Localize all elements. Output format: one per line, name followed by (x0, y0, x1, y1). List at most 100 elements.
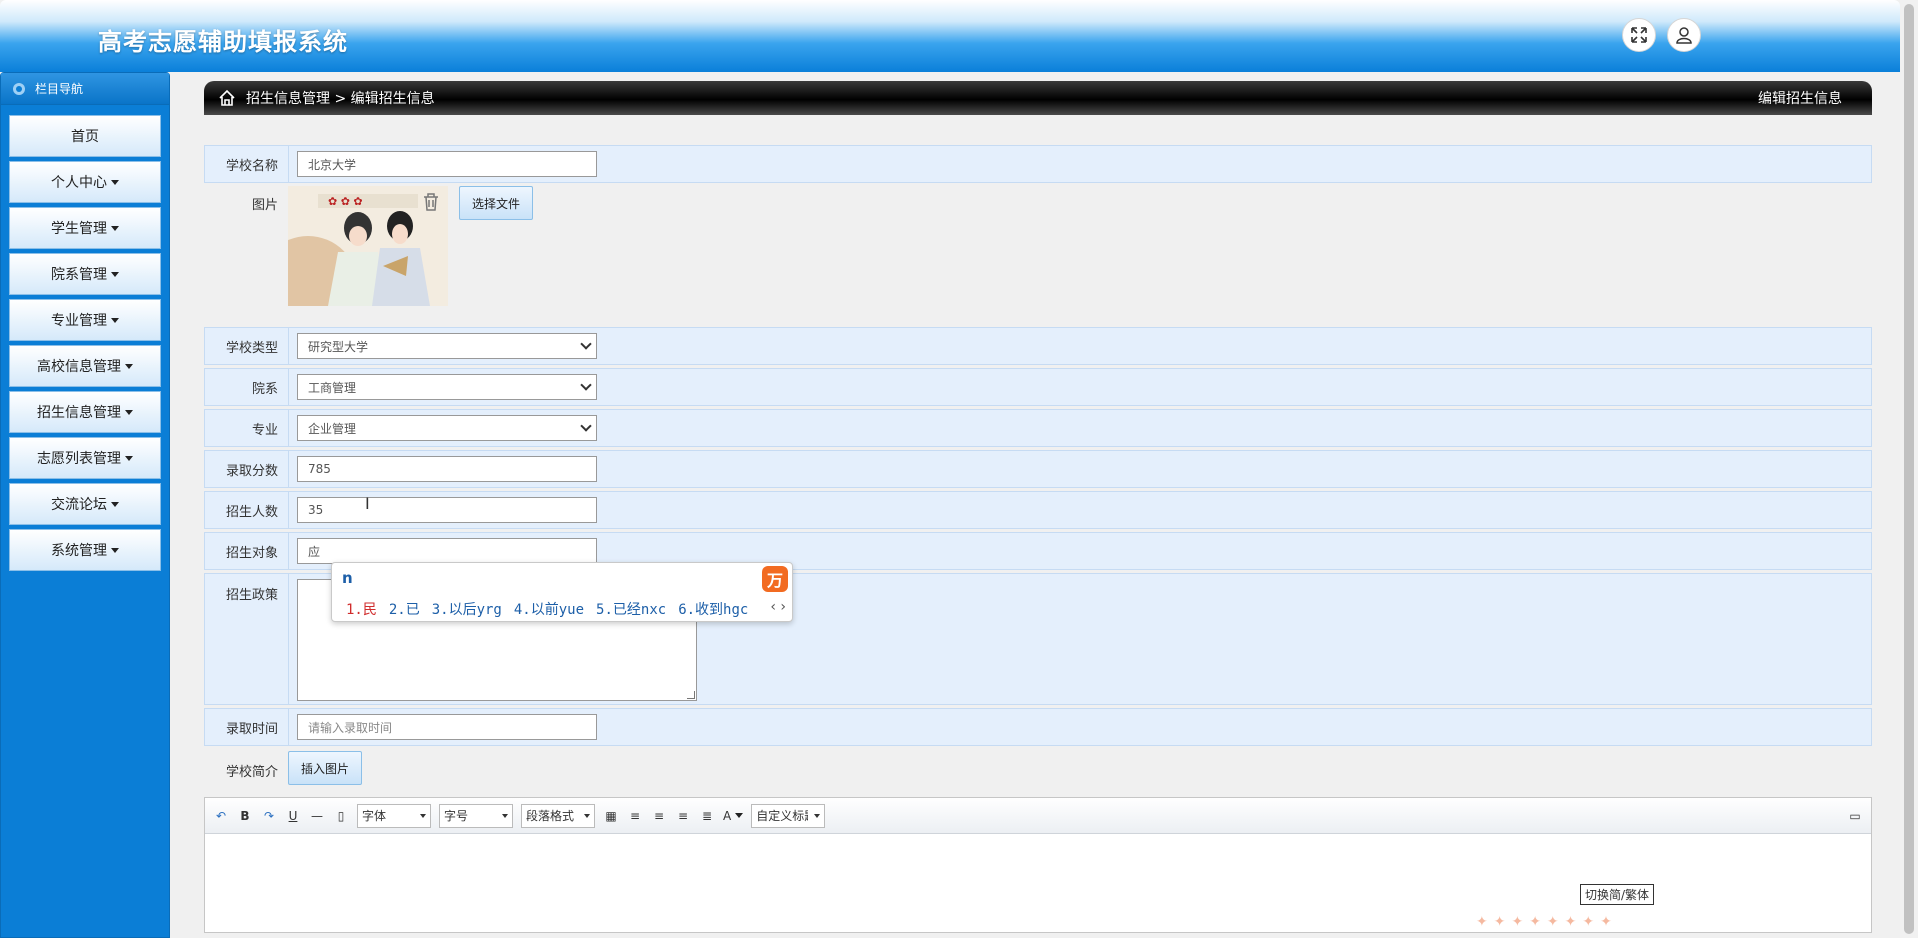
document-icon[interactable]: ▯ (333, 807, 349, 825)
ime-candidate[interactable]: 4.以前yue (514, 599, 584, 619)
department-row: 院系 工商管理 (204, 368, 1872, 406)
school-name-label: 学校名称 (205, 146, 289, 182)
ime-candidate[interactable]: 3.以后yrg (432, 599, 502, 619)
page-title: 编辑招生信息 (1758, 91, 1842, 107)
paragraph-select[interactable]: 段落格式 (521, 803, 595, 828)
school-intro-row: 学校简介 (204, 751, 1872, 789)
sidebar-heading-label: 栏目导航 (35, 82, 84, 96)
ime-candidate[interactable]: 6.收到hgc (678, 599, 748, 619)
sidebar-item-2[interactable]: 学生管理 (9, 207, 161, 249)
home-icon[interactable] (218, 89, 236, 107)
major-select[interactable]: 企业管理 (297, 415, 597, 441)
enrollment-count-row: 招生人数 35 (204, 491, 1872, 529)
insert-image-button[interactable]: 插入图片 (288, 751, 363, 785)
ime-candidate[interactable]: 1.民 (346, 599, 377, 619)
dropdown-icon (502, 813, 508, 818)
bold-button[interactable]: B (237, 807, 253, 825)
enrollment-target-input[interactable]: 应 (297, 538, 597, 564)
school-name-input[interactable]: 北京大学 (297, 151, 597, 177)
align-right-icon[interactable]: ≡ (651, 807, 667, 825)
table-icon[interactable]: ▦ (603, 807, 619, 825)
scrollbar-thumb[interactable] (1904, 4, 1914, 934)
app-header: 高考志愿辅助填报系统 (0, 0, 1900, 72)
sidebar-menu: 首页个人中心学生管理院系管理专业管理高校信息管理招生信息管理 志愿列表管理交流论坛… (1, 105, 169, 585)
dropdown-icon (814, 813, 821, 818)
caret-down-icon (111, 317, 119, 323)
sidebar-item-5[interactable]: 高校信息管理 (9, 345, 161, 387)
caret-down-icon (111, 179, 119, 185)
source-view-icon[interactable]: ▭ (1847, 807, 1863, 825)
admission-score-label: 录取分数 (205, 451, 289, 487)
sidebar-item-6[interactable]: 招生信息管理 (9, 391, 161, 433)
paragraph-value: 段落格式 (526, 809, 575, 823)
sidebar-item-4[interactable]: 专业管理 (9, 299, 161, 341)
svg-text:✿ ✿ ✿: ✿ ✿ ✿ (328, 195, 363, 208)
undo-icon[interactable]: ↶ (213, 807, 229, 825)
caret-down-icon (111, 547, 119, 553)
ime-page-arrows[interactable]: ‹ › (770, 599, 786, 615)
ime-candidate[interactable]: 5.已经nxc (596, 599, 666, 619)
font-family-select[interactable]: 字体 (357, 803, 431, 828)
admission-time-label: 录取时间 (205, 709, 289, 745)
caret-down-icon (111, 271, 119, 277)
rich-text-editor: ↶ B ↷ U — ▯ 字体 字号 段落格式 ▦ ≡ ≡ ≡ ≣ A 自定义标题… (204, 797, 1872, 933)
enrollment-policy-label: 招生政策 (205, 574, 289, 704)
admission-time-row: 录取时间 请输入录取时间 (204, 708, 1872, 746)
department-select[interactable]: 工商管理 (297, 374, 597, 400)
ime-logo-icon: 万 (762, 566, 788, 592)
sidebar-item-label: 交流论坛 (51, 497, 107, 513)
ime-candidate[interactable]: 2.已 (389, 599, 420, 619)
page-scrollbar[interactable] (1900, 0, 1918, 938)
custom-title-value: 自定义标题 (756, 809, 808, 823)
major-row: 专业 企业管理 (204, 409, 1872, 447)
sidebar-item-9[interactable]: 系统管理 (9, 529, 161, 571)
admission-time-input[interactable]: 请输入录取时间 (297, 714, 597, 740)
user-button[interactable] (1667, 18, 1701, 52)
sidebar-item-label: 专业管理 (51, 313, 107, 329)
dropdown-icon (420, 813, 426, 818)
school-type-select[interactable]: 研究型大学 (297, 333, 597, 359)
chevron-down-icon (580, 338, 592, 350)
school-name-row: 学校名称 北京大学 (204, 145, 1872, 183)
custom-title-select[interactable]: 自定义标题 (751, 803, 826, 828)
image-row: 图片 (204, 186, 1872, 310)
underline-button[interactable]: U (285, 807, 301, 825)
sidebar-item-label: 个人中心 (51, 175, 107, 191)
simplified-traditional-switch[interactable]: 切换简/繁体 (1580, 884, 1655, 905)
ime-typed-text: n (342, 569, 353, 587)
font-size-select[interactable]: 字号 (439, 803, 513, 828)
sidebar-item-1[interactable]: 个人中心 (9, 161, 161, 203)
resize-grip-icon[interactable] (687, 691, 695, 699)
sidebar-item-0[interactable]: 首页 (9, 115, 161, 157)
breadcrumb: 招生信息管理 > 编辑招生信息 编辑招生信息 (204, 81, 1872, 115)
choose-file-button[interactable]: 选择文件 (459, 186, 534, 220)
fullscreen-button[interactable] (1622, 18, 1656, 52)
ime-candidates: 1.民 2.已 3.以后yrg 4.以前yue 5.已经nxc 6.收到hgc (346, 599, 760, 619)
align-left-icon[interactable]: ≡ (627, 807, 643, 825)
caret-down-icon (125, 455, 133, 461)
horizontal-rule-icon[interactable]: — (309, 807, 325, 825)
delete-image-icon[interactable] (422, 192, 440, 212)
sidebar-item-8[interactable]: 交流论坛 (9, 483, 161, 525)
admission-score-input[interactable]: 785 (297, 456, 597, 482)
text-color-button[interactable]: A (723, 807, 744, 825)
sidebar-item-label: 院系管理 (51, 267, 107, 283)
enrollment-target-value: 应 (308, 544, 321, 559)
sidebar-item-label: 高校信息管理 (37, 359, 121, 375)
school-type-label: 学校类型 (205, 328, 289, 364)
sidebar-item-7[interactable]: 志愿列表管理 (9, 437, 161, 479)
sidebar-item-3[interactable]: 院系管理 (9, 253, 161, 295)
redo-icon[interactable]: ↷ (261, 807, 277, 825)
enrollment-count-value: 35 (308, 503, 324, 517)
enrollment-count-label: 招生人数 (205, 492, 289, 528)
chevron-down-icon (580, 420, 592, 432)
chevron-down-icon (580, 379, 592, 391)
enrollment-count-input[interactable]: 35 (297, 497, 597, 523)
school-type-value: 研究型大学 (308, 339, 369, 354)
admission-score-value: 785 (308, 462, 331, 476)
sidebar-item-label: 系统管理 (51, 543, 107, 559)
align-justify-icon[interactable]: ≣ (699, 807, 715, 825)
align-center-icon[interactable]: ≡ (675, 807, 691, 825)
editor-toolbar: ↶ B ↷ U — ▯ 字体 字号 段落格式 ▦ ≡ ≡ ≡ ≣ A 自定义标题… (205, 798, 1871, 834)
department-value: 工商管理 (308, 380, 357, 395)
